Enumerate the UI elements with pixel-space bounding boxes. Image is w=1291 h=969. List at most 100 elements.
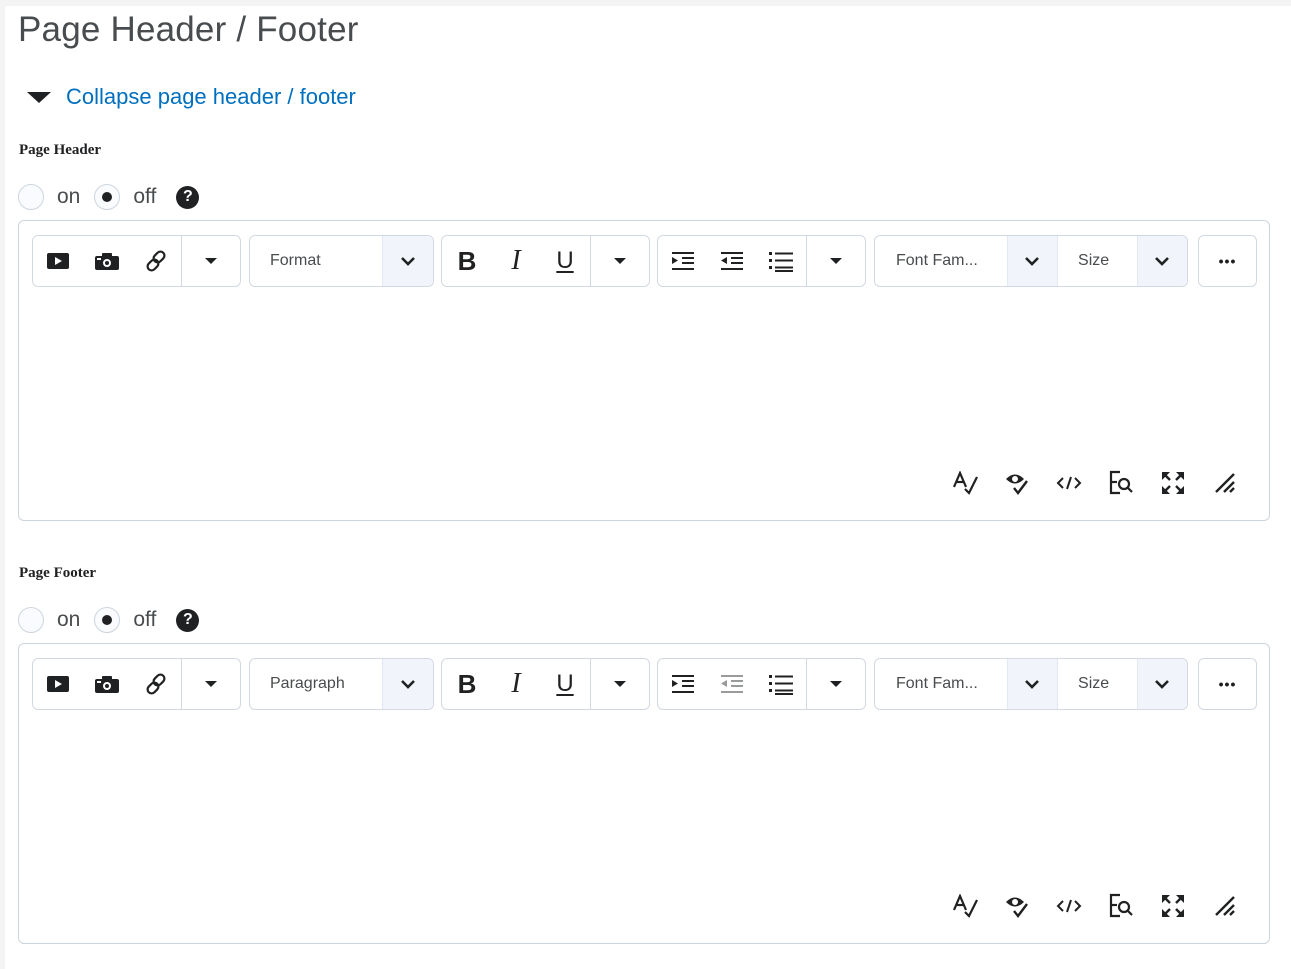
caret-down-icon <box>614 258 626 264</box>
resize-handle-icon <box>1215 473 1235 493</box>
chevron-down-icon[interactable] <box>1006 659 1058 709</box>
footer-radio-off[interactable] <box>94 607 121 633</box>
insert-video-button[interactable] <box>33 236 83 286</box>
page-footer-label: Page Footer <box>19 565 97 581</box>
paragraph-group <box>657 235 866 287</box>
text-style-more-dropdown[interactable] <box>591 236 649 286</box>
accessibility-check-icon <box>1006 474 1028 495</box>
bullet-list-icon <box>769 252 793 272</box>
italic-button[interactable]: I <box>492 236 540 286</box>
bullet-list-button[interactable] <box>756 236 806 286</box>
help-icon[interactable]: ? <box>176 185 200 209</box>
editor-status-tools <box>939 891 1251 921</box>
indent-button[interactable] <box>658 659 708 709</box>
spellcheck-icon <box>952 471 978 495</box>
link-icon <box>146 673 166 695</box>
find-replace-button[interactable] <box>1095 468 1147 498</box>
collapse-link[interactable]: Collapse page header / footer <box>66 82 356 112</box>
footer-radio-on-label: on <box>57 608 81 631</box>
underline-button[interactable]: U <box>540 659 590 709</box>
more-options-button[interactable]: ••• <box>1198 235 1257 287</box>
caret-down-icon <box>205 258 217 264</box>
resize-handle[interactable] <box>1199 468 1251 498</box>
outdent-button[interactable] <box>708 236 756 286</box>
insert-more-dropdown[interactable] <box>182 659 240 709</box>
more-options-button[interactable]: ••• <box>1198 658 1257 710</box>
bullet-list-button[interactable] <box>756 659 806 709</box>
underline-button[interactable]: U <box>540 236 590 286</box>
ellipsis-icon: ••• <box>1218 676 1237 692</box>
help-icon[interactable]: ? <box>176 608 200 632</box>
editor-status-tools <box>939 468 1251 498</box>
chevron-down-icon <box>382 236 433 286</box>
font-size-select[interactable]: Size <box>1057 659 1137 709</box>
accessibility-check-button[interactable] <box>991 891 1043 921</box>
text-style-more-dropdown[interactable] <box>591 659 649 709</box>
fullscreen-icon <box>1162 895 1184 917</box>
insert-image-button[interactable] <box>83 659 131 709</box>
bold-button[interactable]: B <box>442 236 492 286</box>
footer-radio-off-label: off <box>133 608 157 631</box>
chevron-down-icon[interactable] <box>1006 236 1058 286</box>
video-icon <box>47 676 69 692</box>
chevron-down-icon <box>382 659 433 709</box>
accessibility-check-icon <box>1006 897 1028 918</box>
find-replace-button[interactable] <box>1095 891 1147 921</box>
outdent-icon <box>721 252 743 270</box>
font-group: Font Fam... Size <box>874 235 1188 287</box>
font-group: Font Fam... Size <box>874 658 1188 710</box>
fullscreen-button[interactable] <box>1147 891 1199 921</box>
page-header-editor[interactable]: Format B I U Font Fam... Size ••• <box>18 220 1270 521</box>
header-radio-on-label: on <box>57 185 81 208</box>
paragraph-group <box>657 658 866 710</box>
insert-more-dropdown[interactable] <box>182 236 240 286</box>
accessibility-check-button[interactable] <box>991 468 1043 498</box>
link-icon <box>146 250 166 272</box>
italic-button[interactable]: I <box>492 659 540 709</box>
outdent-button[interactable] <box>708 659 756 709</box>
caret-down-icon <box>830 681 842 687</box>
format-select[interactable]: Format <box>249 235 434 287</box>
paragraph-select-value: Paragraph <box>270 675 345 692</box>
page-footer-editor[interactable]: Paragraph B I U Font Fam... Size ••• <box>18 643 1270 944</box>
footer-radio-on[interactable] <box>18 607 44 633</box>
paragraph-select[interactable]: Paragraph <box>249 658 434 710</box>
insert-group <box>32 235 241 287</box>
header-radio-off[interactable] <box>94 184 121 210</box>
bold-button[interactable]: B <box>442 659 492 709</box>
source-code-icon <box>1056 476 1082 490</box>
collapse-toggle[interactable]: Collapse page header / footer <box>27 82 356 112</box>
insert-link-button[interactable] <box>131 659 181 709</box>
page-header-toggle: on off ? <box>18 181 200 213</box>
spellcheck-button[interactable] <box>939 891 991 921</box>
source-code-icon <box>1056 899 1082 913</box>
paragraph-more-dropdown[interactable] <box>807 236 865 286</box>
header-radio-on[interactable] <box>18 184 44 210</box>
fullscreen-button[interactable] <box>1147 468 1199 498</box>
font-size-select[interactable]: Size <box>1057 236 1137 286</box>
format-select-value: Format <box>270 252 321 269</box>
indent-button[interactable] <box>658 236 708 286</box>
font-family-select[interactable]: Font Fam... <box>875 659 1007 709</box>
insert-video-button[interactable] <box>33 659 83 709</box>
source-code-button[interactable] <box>1043 891 1095 921</box>
font-family-select[interactable]: Font Fam... <box>875 236 1007 286</box>
insert-link-button[interactable] <box>131 236 181 286</box>
page: Page Header / Footer Collapse page heade… <box>5 6 1291 969</box>
caret-down-icon <box>614 681 626 687</box>
insert-image-button[interactable] <box>83 236 131 286</box>
camera-icon <box>95 676 119 693</box>
ellipsis-icon: ••• <box>1218 253 1237 269</box>
caret-down-icon <box>205 681 217 687</box>
page-header-label: Page Header <box>19 142 102 158</box>
indent-icon <box>672 675 694 693</box>
text-style-group: B I U <box>441 658 650 710</box>
chevron-down-icon[interactable] <box>1136 659 1187 709</box>
chevron-down-icon[interactable] <box>1136 236 1187 286</box>
indent-icon <box>672 252 694 270</box>
spellcheck-button[interactable] <box>939 468 991 498</box>
source-code-button[interactable] <box>1043 468 1095 498</box>
paragraph-more-dropdown[interactable] <box>807 659 865 709</box>
header-radio-off-label: off <box>133 185 157 208</box>
resize-handle[interactable] <box>1199 891 1251 921</box>
